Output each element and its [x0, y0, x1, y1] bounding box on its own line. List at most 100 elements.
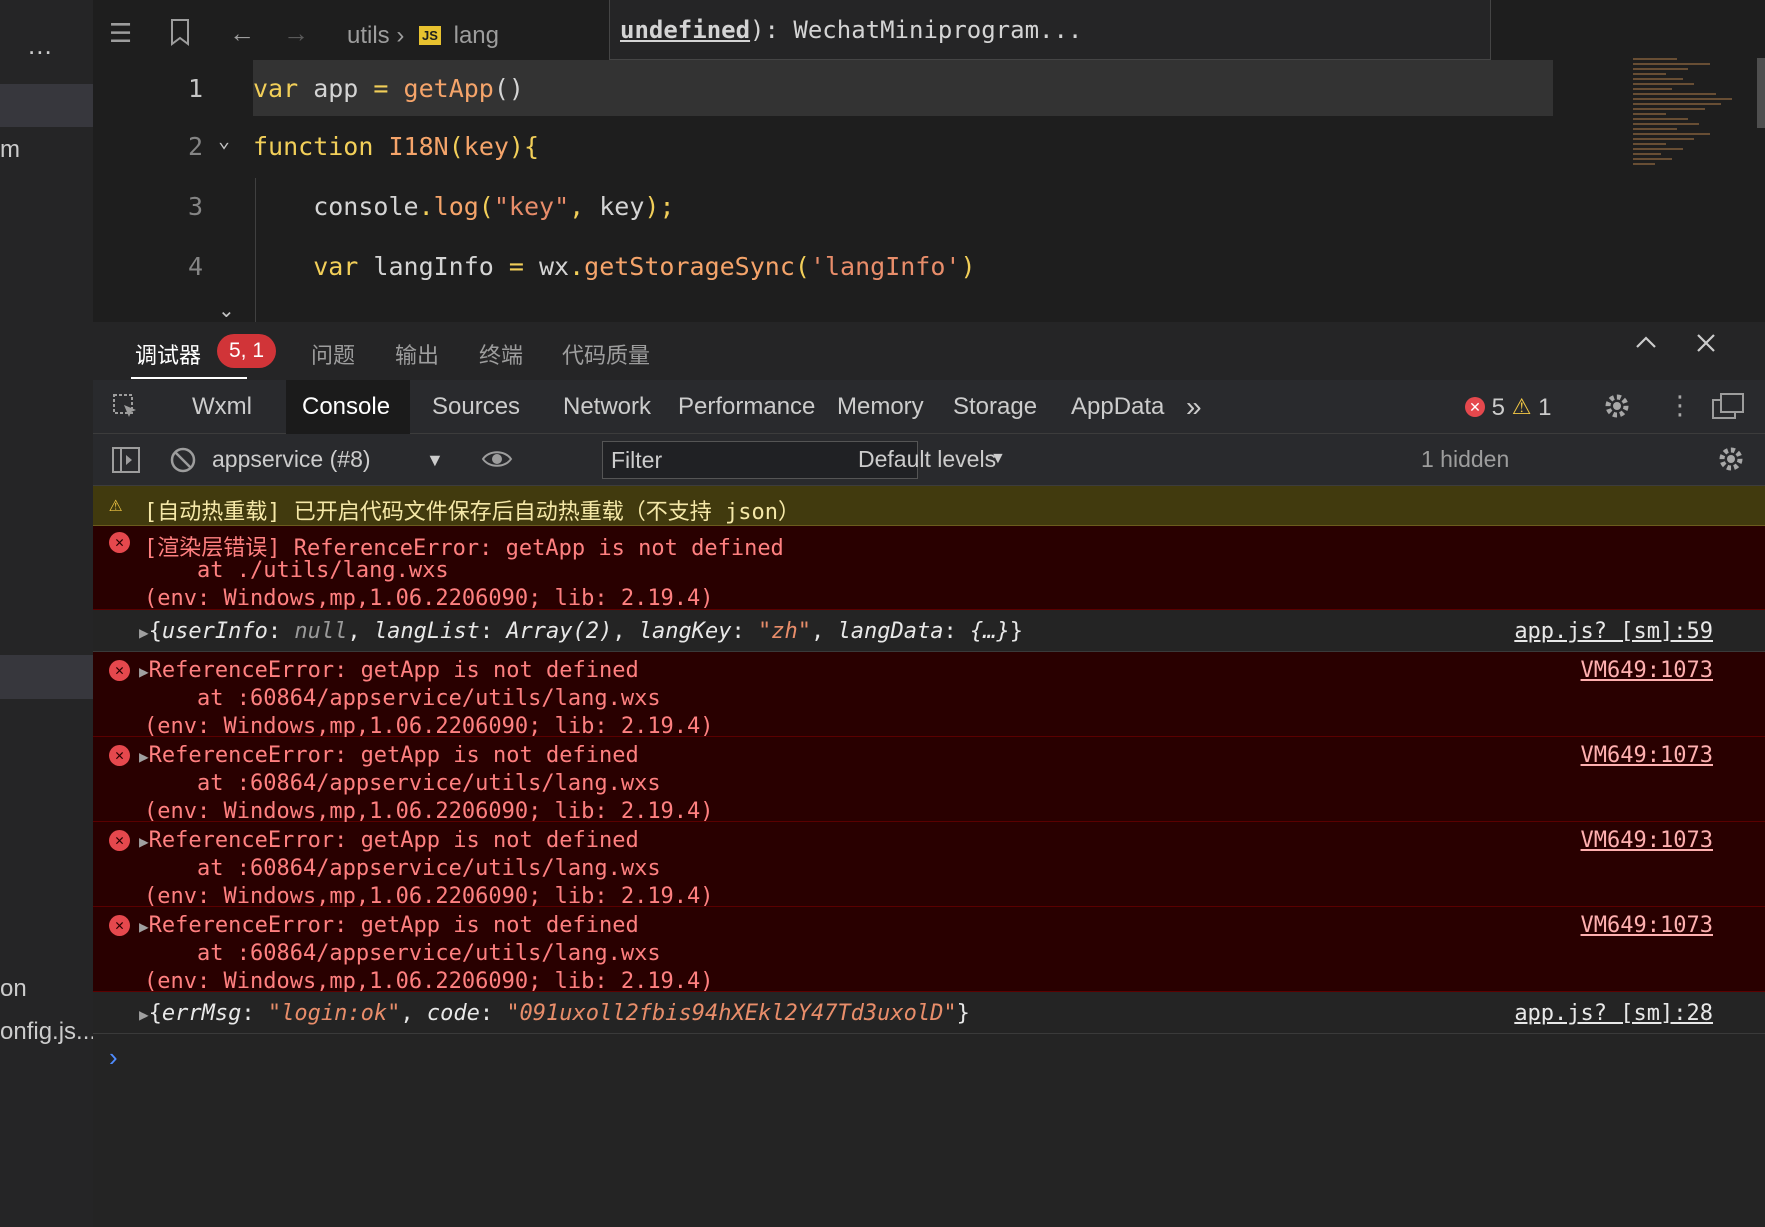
explorer-selected-item[interactable] — [0, 84, 93, 127]
inspect-element-icon[interactable] — [111, 392, 141, 427]
tab-wxml[interactable]: Wxml — [168, 380, 278, 434]
code-line-1[interactable]: 1 var app = getApp() — [93, 60, 1553, 120]
tab-terminal[interactable]: 终端 — [479, 338, 523, 370]
source-link[interactable]: VM649:1073 — [1581, 828, 1713, 853]
console-error-row[interactable]: ✕ ▶ReferenceError: getApp is not defined… — [93, 652, 1765, 739]
console-prompt-area[interactable]: › — [93, 1036, 1765, 1227]
clear-console-icon[interactable] — [169, 446, 197, 479]
expand-triangle-icon[interactable]: ▶ — [139, 917, 149, 936]
console-log-row[interactable]: ▶{userInfo: null, langList: Array(2), la… — [93, 610, 1765, 652]
undock-icon[interactable] — [1711, 392, 1745, 427]
stack-link[interactable]: :60864/appservice/utils/lang.wxs — [237, 856, 661, 881]
eye-icon[interactable] — [481, 448, 513, 475]
error-env: (env: Windows,mp,1.06.2206090; lib: 2.19… — [144, 799, 714, 824]
console-error-row[interactable]: ✕ ▶ReferenceError: getApp is not defined… — [93, 907, 1765, 994]
stack-link[interactable]: :60864/appservice/utils/lang.wxs — [237, 686, 661, 711]
warning-icon: ⚠ — [1511, 394, 1532, 419]
code-token: getApp — [403, 74, 494, 103]
context-selector[interactable]: appservice (#8) — [212, 446, 371, 473]
error-env: (env: Windows,mp,1.06.2206090; lib: 2.19… — [144, 969, 714, 994]
issue-counters[interactable]: ✕ 5 ⚠ 1 — [1465, 380, 1575, 434]
error-stack: at :60864/appservice/utils/lang.wxs — [144, 686, 661, 711]
tab-appdata[interactable]: AppData — [1053, 380, 1181, 434]
explorer-sidebar: ... m on onfig.js... — [0, 0, 96, 1227]
bookmark-icon[interactable] — [169, 18, 191, 53]
error-message[interactable]: ▶ReferenceError: getApp is not defined — [139, 743, 639, 768]
tab-network[interactable]: Network — [535, 380, 655, 434]
code-token: . — [569, 252, 585, 281]
settings-gear-icon[interactable] — [1602, 391, 1632, 426]
console-log-row[interactable]: ▶{errMsg: "login:ok", code: "091uxoll2fb… — [93, 992, 1765, 1034]
minimap[interactable] — [1633, 58, 1743, 238]
fold-chevron-icon[interactable]: ⌄ — [218, 298, 235, 323]
editor-scrollbar[interactable] — [1757, 58, 1765, 128]
tab-sources[interactable]: Sources — [410, 380, 535, 434]
code-line-4[interactable]: 4 var langInfo = wx.getStorageSync('lang… — [93, 238, 1553, 298]
source-link[interactable]: VM649:1073 — [1581, 743, 1713, 768]
code-token: , — [569, 192, 585, 221]
list-icon[interactable]: ☰ — [109, 18, 132, 49]
source-link[interactable]: VM649:1073 — [1581, 658, 1713, 683]
tab-output[interactable]: 输出 — [395, 338, 439, 370]
stack-link[interactable]: :60864/appservice/utils/lang.wxs — [237, 941, 661, 966]
error-message[interactable]: ▶ReferenceError: getApp is not defined — [139, 913, 639, 938]
tab-storage[interactable]: Storage — [935, 380, 1053, 434]
error-icon: ✕ — [109, 660, 130, 681]
explorer-selected-item[interactable] — [0, 655, 93, 699]
error-env: (env: Windows,mp,1.06.2206090; lib: 2.19… — [144, 714, 714, 739]
forward-arrow-icon[interactable]: → — [283, 18, 309, 49]
explorer-item-fragment[interactable]: m — [0, 136, 20, 164]
sidebar-toggle-icon[interactable] — [111, 446, 141, 479]
line-number: 1 — [187, 74, 203, 103]
tab-memory[interactable]: Memory — [815, 380, 935, 434]
code-line-2[interactable]: 2 ⌄ function I18N(key){ — [93, 118, 1553, 178]
code-line-3[interactable]: 3 console.log("key", key); — [93, 178, 1553, 238]
fold-chevron-icon[interactable]: ⌄ — [218, 128, 230, 152]
breadcrumb-folder[interactable]: utils — [347, 22, 390, 49]
expand-triangle-icon[interactable]: ▶ — [139, 662, 149, 681]
tab-debugger[interactable]: 调试器 — [135, 338, 201, 370]
hover-undefined[interactable]: undefined — [620, 16, 750, 44]
console-error-row[interactable]: ✕ [渲染层错误] ReferenceError: getApp is not … — [93, 526, 1765, 611]
expand-triangle-icon[interactable]: ▶ — [139, 747, 149, 766]
explorer-item-fragment[interactable]: on — [0, 975, 27, 1003]
expand-triangle-icon[interactable]: ▶ — [139, 1005, 149, 1024]
source-link[interactable]: app.js? [sm]:59 — [1514, 619, 1713, 644]
error-message[interactable]: ▶ReferenceError: getApp is not defined — [139, 828, 639, 853]
console-error-row[interactable]: ✕ ▶ReferenceError: getApp is not defined… — [93, 737, 1765, 824]
error-icon: ✕ — [1465, 397, 1485, 417]
tab-problems[interactable]: 问题 — [311, 338, 355, 370]
explorer-item-fragment[interactable]: onfig.js... — [0, 1018, 96, 1046]
dropdown-arrow-icon[interactable]: ▼ — [426, 450, 444, 471]
debugger-count-badge: 5, 1 — [217, 334, 277, 368]
hover-text: ): WechatMiniprogram... — [750, 16, 1083, 44]
log-levels-dropdown[interactable]: Default levels — [858, 446, 996, 473]
back-arrow-icon[interactable]: ← — [229, 18, 255, 49]
error-stack: at :60864/appservice/utils/lang.wxs — [144, 856, 661, 881]
tab-code-quality[interactable]: 代码质量 — [562, 338, 650, 370]
dropdown-arrow-icon[interactable]: ▼ — [990, 450, 1006, 468]
stack-link[interactable]: :60864/appservice/utils/lang.wxs — [237, 771, 661, 796]
close-icon[interactable] — [1693, 330, 1719, 364]
console-settings-gear-icon[interactable] — [1716, 444, 1746, 479]
kebab-menu-icon[interactable]: ⋮ — [1667, 390, 1693, 421]
tab-console[interactable]: Console — [286, 380, 410, 434]
source-link[interactable]: VM649:1073 — [1581, 913, 1713, 938]
hidden-count[interactable]: 1 hidden — [1421, 446, 1509, 473]
console-error-row[interactable]: ✕ ▶ReferenceError: getApp is not defined… — [93, 822, 1765, 909]
tab-performance[interactable]: Performance — [655, 380, 815, 434]
more-tabs-icon[interactable]: » — [1186, 380, 1226, 434]
error-icon: ✕ — [109, 915, 130, 936]
expand-triangle-icon[interactable]: ▶ — [139, 832, 149, 851]
breadcrumb-file[interactable]: lang — [454, 22, 499, 49]
log-object[interactable]: ▶{errMsg: "login:ok", code: "091uxoll2fb… — [139, 1001, 970, 1026]
log-object[interactable]: ▶{userInfo: null, langList: Array(2), la… — [139, 619, 1023, 644]
expand-triangle-icon[interactable]: ▶ — [139, 623, 149, 642]
source-link[interactable]: app.js? [sm]:28 — [1514, 1001, 1713, 1026]
more-actions-icon[interactable]: ... — [28, 30, 53, 61]
console-warning-row[interactable]: ⚠ [自动热重载] 已开启代码文件保存后自动热重载（不支持 json） — [93, 486, 1765, 526]
error-message[interactable]: ▶ReferenceError: getApp is not defined — [139, 658, 639, 683]
chevron-up-icon[interactable] — [1633, 330, 1659, 364]
